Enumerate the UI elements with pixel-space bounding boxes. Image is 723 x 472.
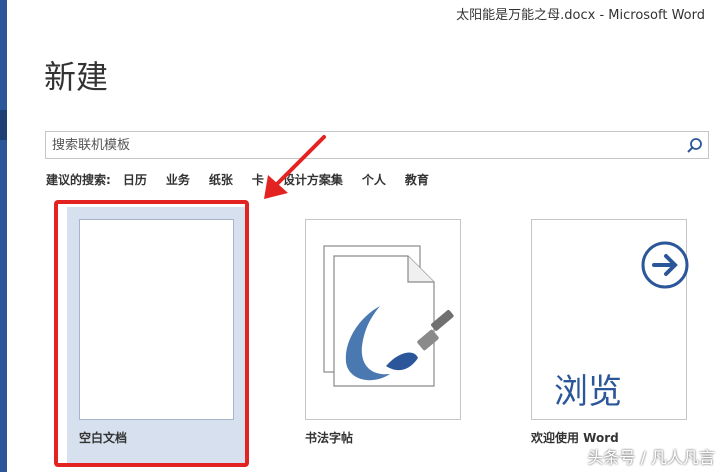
suggested-searches-label: 建议的搜索: [46, 172, 111, 187]
template-search-box [45, 131, 709, 159]
search-input[interactable] [52, 135, 672, 155]
calligraphy-thumbnail [323, 245, 454, 387]
watermark: 头条号 / 凡人凡言 [587, 448, 715, 467]
suggested-searches: 建议的搜索: 日历 业务 纸张 卡 设计方案集 个人 教育 [46, 171, 448, 187]
window-title: 太阳能是万能之母.docx - Microsoft Word [456, 8, 705, 23]
suggestion-personal-link[interactable]: 个人 [362, 171, 386, 188]
suggestion-paper-link[interactable]: 纸张 [209, 171, 233, 188]
backstage-nav-rail [0, 0, 7, 472]
page-title: 新建 [44, 58, 109, 96]
template-tile-calligraphy[interactable] [305, 219, 461, 420]
suggestion-calendar-link[interactable]: 日历 [123, 171, 147, 188]
red-annotation-arrow [264, 135, 326, 199]
template-tile-welcome-word[interactable]: 浏览 [531, 219, 689, 420]
search-icon[interactable] [686, 137, 704, 155]
welcome-thumbnail-text: 浏览 [554, 372, 622, 412]
template-label-calligraphy: 书法字帖 [305, 431, 354, 445]
template-label-blank-document: 空白文档 [79, 431, 128, 445]
template-tile-blank-document[interactable]: 空白文档 [67, 207, 248, 465]
arrow-circle-right-icon [641, 241, 689, 289]
nav-rail-selected-marker [0, 110, 7, 140]
suggestion-education-link[interactable]: 教育 [405, 171, 429, 188]
blank-document-thumbnail [79, 219, 234, 420]
suggestion-business-link[interactable]: 业务 [166, 171, 190, 188]
